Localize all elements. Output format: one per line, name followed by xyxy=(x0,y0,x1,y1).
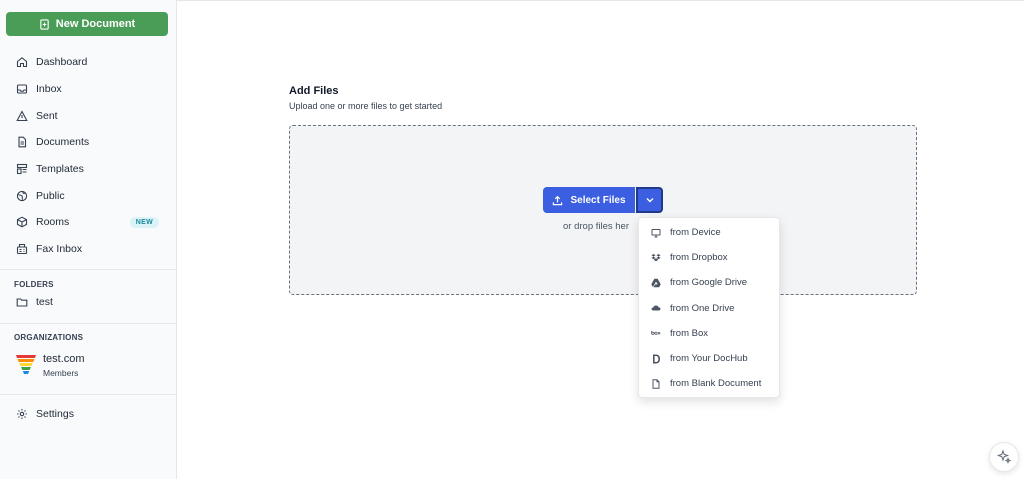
settings-label: Settings xyxy=(36,408,74,420)
dropbox-icon xyxy=(650,252,661,263)
template-icon xyxy=(16,163,28,175)
drop-hint-text: or drop files her xyxy=(563,221,630,232)
sidebar-item-label: Templates xyxy=(36,163,84,176)
sparkle-icon xyxy=(996,449,1012,464)
menu-item-blank-document[interactable]: from Blank Document xyxy=(639,371,779,396)
chevron-down-icon xyxy=(646,198,653,203)
sidebar-item-label: Public xyxy=(36,189,65,202)
dochub-icon xyxy=(650,353,661,364)
sidebar-item-rooms[interactable]: Rooms NEW xyxy=(0,209,176,236)
menu-item-label: from Device xyxy=(670,227,721,239)
new-document-button[interactable]: New Document xyxy=(6,12,168,36)
sidebar-item-label: Dashboard xyxy=(36,56,88,69)
folder-label: test xyxy=(36,296,53,308)
globe-icon xyxy=(16,190,28,202)
folder-item-test[interactable]: test xyxy=(16,296,53,308)
menu-item-label: from Blank Document xyxy=(670,378,762,390)
sidebar-item-settings[interactable]: Settings xyxy=(16,408,74,420)
sidebar-divider xyxy=(0,323,176,324)
menu-item-label: from One Drive xyxy=(670,302,735,314)
sidebar-item-label: Sent xyxy=(36,109,58,122)
sidebar-item-public[interactable]: Public xyxy=(0,182,176,209)
sidebar-item-label: Inbox xyxy=(36,83,62,96)
menu-item-label: from Google Drive xyxy=(670,277,748,289)
menu-item-google-drive[interactable]: from Google Drive xyxy=(639,270,779,295)
organization-item[interactable]: test.com Members xyxy=(16,353,85,378)
source-menu: from Device from Dropbox from Google Dri… xyxy=(638,217,780,398)
page-subtitle: Upload one or more files to get started xyxy=(289,101,443,111)
menu-item-one-drive[interactable]: from One Drive xyxy=(639,296,779,321)
monitor-icon xyxy=(650,227,661,238)
select-files-button[interactable]: Select Files xyxy=(543,187,635,213)
inbox-icon xyxy=(16,83,28,95)
organization-role: Members xyxy=(43,368,79,378)
new-document-label: New Document xyxy=(55,18,136,30)
google-drive-icon xyxy=(650,277,661,288)
new-badge: NEW xyxy=(129,216,159,228)
ai-assistant-button[interactable] xyxy=(989,442,1019,472)
select-source-dropdown-button[interactable] xyxy=(636,187,663,213)
organizations-heading: ORGANIZATIONS xyxy=(14,333,84,342)
top-border xyxy=(177,0,1024,1)
organization-logo-icon xyxy=(16,355,36,374)
sidebar-item-label: Fax Inbox xyxy=(36,243,83,256)
sidebar-item-templates[interactable]: Templates xyxy=(0,156,176,183)
organization-name: test.com xyxy=(43,353,85,365)
document-icon xyxy=(16,136,28,148)
menu-item-dochub[interactable]: from Your DocHub xyxy=(639,346,779,371)
gear-icon xyxy=(17,409,27,419)
menu-item-label: from Dropbox xyxy=(670,252,728,264)
sidebar-item-dashboard[interactable]: Dashboard xyxy=(0,49,176,76)
select-files-label: Select Files xyxy=(570,194,626,206)
menu-item-device[interactable]: from Device xyxy=(639,220,779,245)
sidebar-item-fax-inbox[interactable]: Fax Inbox xyxy=(0,236,176,263)
cube-icon xyxy=(16,216,28,228)
menu-item-label: from Box xyxy=(670,327,709,339)
folder-icon xyxy=(16,298,28,307)
sidebar-item-label: Rooms xyxy=(36,216,70,229)
sidebar-item-label: Documents xyxy=(36,136,90,149)
upload-icon xyxy=(553,195,563,205)
sidebar-item-inbox[interactable]: Inbox xyxy=(0,76,176,103)
sidebar-item-sent[interactable]: Sent xyxy=(0,102,176,129)
sidebar: New Document Dashboard Inbox Sent Docume… xyxy=(0,0,177,479)
sidebar-divider xyxy=(0,269,176,270)
menu-item-box[interactable]: from Box xyxy=(639,321,779,346)
page-title: Add Files xyxy=(289,85,339,97)
blank-document-icon xyxy=(650,378,661,389)
onedrive-icon xyxy=(650,303,661,314)
menu-item-label: from Your DocHub xyxy=(670,353,748,365)
new-document-icon xyxy=(40,18,49,30)
box-icon xyxy=(650,328,661,339)
menu-item-dropbox[interactable]: from Dropbox xyxy=(639,245,779,270)
send-icon xyxy=(16,110,28,122)
folders-heading: FOLDERS xyxy=(14,280,54,289)
fax-icon xyxy=(16,243,28,255)
sidebar-item-documents[interactable]: Documents xyxy=(0,129,176,156)
sidebar-divider xyxy=(0,394,176,395)
sidebar-nav: Dashboard Inbox Sent Documents Templates… xyxy=(0,49,176,263)
home-icon xyxy=(16,56,28,68)
